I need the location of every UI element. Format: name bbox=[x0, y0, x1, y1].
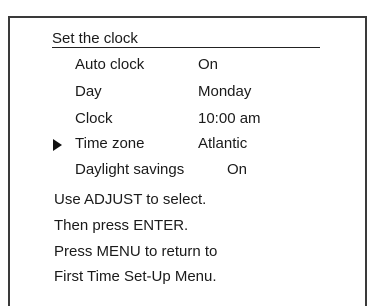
row-label: Clock bbox=[75, 110, 113, 127]
menu-title: Set the clock bbox=[52, 30, 138, 47]
row-label: Time zone bbox=[75, 135, 145, 152]
row-value: Atlantic bbox=[198, 135, 248, 152]
row-label: Daylight savings bbox=[75, 161, 185, 178]
instruction-line: Press MENU to return to bbox=[54, 243, 218, 260]
instruction-line: Use ADJUST to select. bbox=[54, 191, 207, 208]
row-value: On bbox=[227, 161, 248, 178]
row-value: 10:00 am bbox=[198, 110, 261, 127]
selection-pointer-icon bbox=[53, 139, 62, 151]
menu-screen-frame bbox=[8, 16, 367, 306]
row-label: Auto clock bbox=[75, 56, 145, 73]
instruction-line: First Time Set-Up Menu. bbox=[54, 268, 217, 285]
row-value: Monday bbox=[198, 83, 252, 100]
row-value: On bbox=[198, 56, 219, 73]
instruction-line: Then press ENTER. bbox=[54, 217, 189, 234]
row-label: Day bbox=[75, 83, 102, 100]
title-underline bbox=[52, 47, 320, 48]
